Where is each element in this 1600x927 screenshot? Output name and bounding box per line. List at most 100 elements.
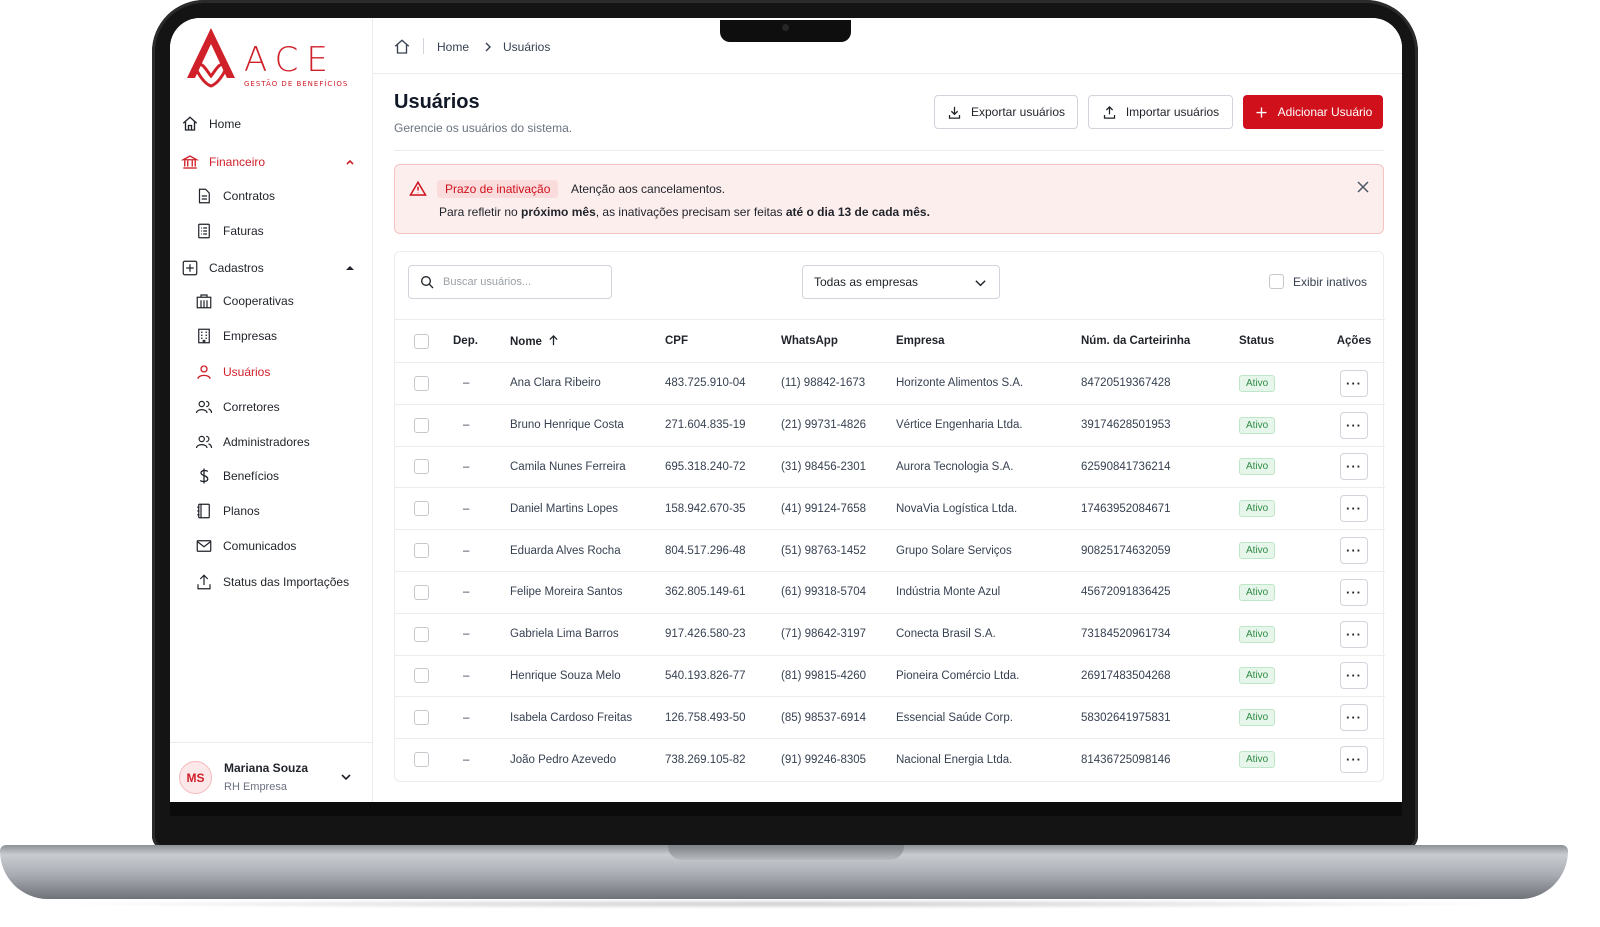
table-row[interactable]: – Ana Clara Ribeiro 483.725.910-04 (11) 988… — [395, 362, 1385, 405]
sidebar-item-usuarios[interactable]: Usuários — [194, 358, 364, 386]
cell-whatsapp: (85) 98537-6914 — [781, 711, 867, 724]
row-actions-button[interactable]: ··· — [1340, 453, 1368, 481]
company-select[interactable]: Todas as empresas — [802, 265, 1000, 299]
column-name-label: Nome — [510, 335, 542, 348]
cell-dep: – — [463, 586, 470, 599]
row-checkbox[interactable] — [414, 752, 429, 768]
chevron-down-icon[interactable] — [339, 770, 353, 784]
alert-text: Para refletir no próximo mês, as inativa… — [439, 205, 930, 219]
cell-dep: – — [463, 419, 470, 432]
ace-logo-icon — [187, 28, 235, 88]
table-row[interactable]: – Felipe Moreira Santos 362.805.149-61 (61)… — [395, 571, 1385, 613]
row-checkbox[interactable] — [414, 584, 429, 600]
status-badge: Ativo — [1239, 709, 1276, 727]
sidebar-item-comunicados[interactable]: Comunicados — [194, 532, 364, 560]
row-checkbox[interactable] — [414, 668, 429, 684]
status-badge: Ativo — [1239, 500, 1276, 518]
search-field[interactable] — [408, 265, 612, 299]
table-row[interactable]: – Camila Nunes Ferreira 695.318.240-72 (31)… — [395, 446, 1385, 488]
row-actions-button[interactable]: ··· — [1340, 537, 1368, 565]
cell-whatsapp: (91) 99246-8305 — [781, 753, 867, 766]
user-menu[interactable]: MS Mariana Souza RH Empresa — [170, 742, 373, 802]
cell-whatsapp: (71) 98642-3197 — [781, 628, 867, 641]
row-actions-button[interactable]: ··· — [1340, 578, 1368, 606]
cell-company: NovaVia Logística Ltda. — [896, 502, 1018, 515]
row-checkbox[interactable] — [414, 710, 429, 726]
row-actions-button[interactable]: ··· — [1340, 620, 1368, 648]
sidebar-item-label: Home — [209, 117, 242, 131]
import-users-button[interactable]: Importar usuários — [1088, 95, 1233, 129]
sidebar-item-home[interactable]: Home — [180, 110, 366, 138]
sidebar-item-contratos[interactable]: Contratos — [194, 182, 364, 210]
home-icon[interactable] — [393, 38, 411, 56]
cell-dep: – — [463, 377, 470, 390]
add-user-button[interactable]: Adicionar Usuário — [1243, 95, 1383, 129]
export-users-button[interactable]: Exportar usuários — [934, 95, 1078, 129]
sidebar-item-corretores[interactable]: Corretores — [194, 393, 364, 421]
warning-icon — [409, 180, 427, 196]
user-name: Mariana Souza — [224, 761, 309, 775]
sidebar-item-label: Status das Importações — [223, 575, 350, 589]
sidebar-item-status-importacoes[interactable]: Status das Importações — [194, 568, 364, 596]
cell-dep: – — [463, 669, 470, 682]
sidebar-item-cooperativas[interactable]: Cooperativas — [194, 287, 364, 315]
row-actions-button[interactable]: ··· — [1340, 411, 1368, 439]
table-row[interactable]: – Isabela Cardoso Freitas 126.758.493-50 (8… — [395, 696, 1385, 739]
row-checkbox[interactable] — [414, 543, 429, 559]
row-checkbox[interactable] — [414, 459, 429, 475]
row-actions-button[interactable]: ··· — [1340, 495, 1368, 523]
brand-logo[interactable]: ACE GESTÃO DE BENEFÍCIOS — [182, 26, 362, 92]
cell-whatsapp: (51) 98763-1452 — [781, 544, 867, 557]
table-row[interactable]: – Daniel Martins Lopes 158.942.670-35 (41) … — [395, 487, 1385, 530]
cell-dep: – — [463, 753, 470, 766]
row-actions-button[interactable]: ··· — [1340, 369, 1368, 397]
breadcrumb-home[interactable]: Home — [437, 40, 469, 54]
column-cpf: CPF — [665, 335, 688, 347]
row-actions-button[interactable]: ··· — [1340, 662, 1368, 690]
sidebar-item-planos[interactable]: Planos — [194, 497, 364, 525]
show-inactive-checkbox[interactable] — [1269, 274, 1284, 289]
sidebar-item-empresas[interactable]: Empresas — [194, 322, 364, 350]
sidebar-item-cadastros[interactable]: Cadastros — [180, 254, 366, 282]
status-badge: Ativo — [1239, 667, 1276, 685]
table-row[interactable]: – Gabriela Lima Barros 917.426.580-23 (71) … — [395, 613, 1385, 655]
sort-ascending-icon — [549, 334, 558, 345]
column-name[interactable]: Nome — [510, 320, 665, 363]
close-icon[interactable] — [1356, 180, 1370, 194]
users-table-card: Todas as empresas Exibir inativos Dep. N… — [394, 251, 1385, 782]
chevron-up-icon — [346, 159, 354, 165]
sidebar-item-administradores[interactable]: Administradores — [194, 428, 364, 456]
table-row[interactable]: – Eduarda Alves Rocha 804.517.296-48 (51) 9… — [395, 529, 1385, 572]
cell-cpf: 917.426.580-23 — [665, 628, 746, 641]
column-card-number: Núm. da Carteirinha — [1081, 335, 1191, 347]
row-actions-button[interactable]: ··· — [1340, 746, 1368, 774]
import-users-label: Importar usuários — [1125, 105, 1220, 119]
bank-icon — [180, 152, 200, 172]
column-actions: Ações — [1336, 335, 1372, 347]
sidebar-item-faturas[interactable]: Faturas — [194, 217, 364, 245]
sidebar-item-label: Financeiro — [209, 155, 266, 169]
brand-name: ACE — [244, 40, 336, 80]
sidebar-item-financeiro[interactable]: Financeiro — [180, 148, 366, 176]
cell-whatsapp: (31) 98456-2301 — [781, 460, 867, 473]
table-row[interactable]: – João Pedro Azevedo 738.269.105-82 (91) 99… — [395, 738, 1385, 781]
search-input[interactable] — [443, 276, 603, 288]
row-checkbox[interactable] — [414, 501, 429, 517]
sidebar-item-label: Planos — [223, 504, 260, 518]
user-role: RH Empresa — [224, 781, 287, 793]
row-actions-button[interactable]: ··· — [1340, 704, 1368, 732]
table-row[interactable]: – Bruno Henrique Costa 271.604.835-19 (21) … — [395, 404, 1385, 446]
table-row[interactable]: – Henrique Souza Melo 540.193.826-77 (81) 9… — [395, 655, 1385, 697]
cell-company: Conecta Brasil S.A. — [896, 628, 996, 641]
row-checkbox[interactable] — [414, 417, 429, 433]
cell-card-number: 45672091836425 — [1081, 586, 1171, 599]
cell-name: Felipe Moreira Santos — [510, 586, 623, 599]
cell-company: Vértice Engenharia Ltda. — [896, 419, 1023, 432]
download-icon — [948, 106, 961, 119]
alert-tag: Prazo de inativação — [437, 180, 559, 198]
select-all-checkbox[interactable] — [414, 333, 429, 349]
row-checkbox[interactable] — [414, 626, 429, 642]
cell-name: Gabriela Lima Barros — [510, 628, 619, 641]
row-checkbox[interactable] — [414, 375, 429, 391]
sidebar-item-beneficios[interactable]: Benefícios — [194, 462, 364, 490]
